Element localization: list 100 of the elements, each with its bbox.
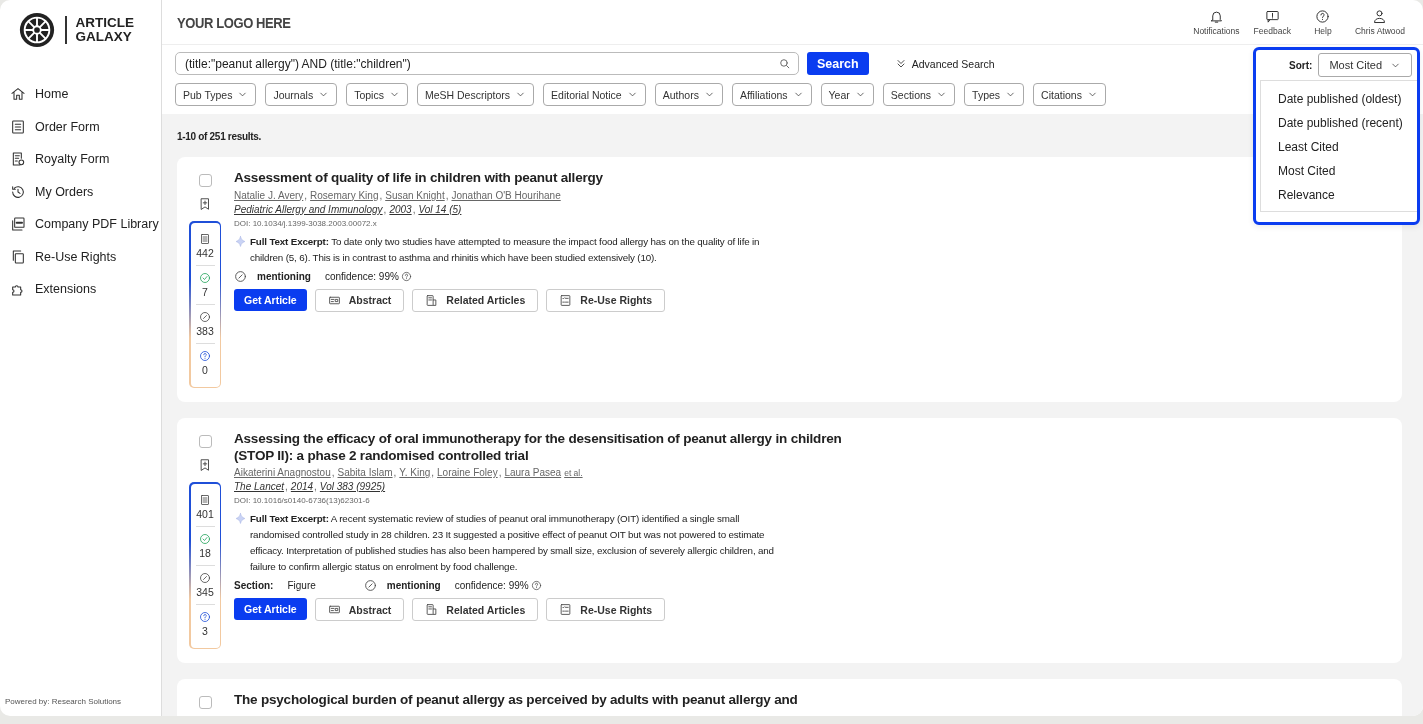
separator-text: , (383, 202, 387, 217)
header-action-button[interactable]: Help (1300, 8, 1345, 36)
author-link[interactable]: Susan Knight (385, 188, 445, 203)
house-icon (10, 86, 26, 103)
filter-dropdown[interactable]: Authors (654, 83, 723, 106)
nav-item[interactable]: Extensions (0, 273, 161, 306)
article-title[interactable]: Assessing the efficacy of oral immunotherapy for the desensitisation of peanut allergy in children (STOP II): a phase 2 randomised controlled trial (234, 431, 844, 464)
section-value: Figure (287, 580, 316, 591)
stat-count: 18 (199, 546, 211, 559)
documents-icon (425, 293, 439, 307)
get-article-button[interactable]: Get Article (234, 598, 307, 620)
author-link[interactable]: Laura Pasea (504, 466, 562, 480)
author-link[interactable]: Sabita Islam (337, 466, 393, 480)
filter-dropdown[interactable]: Journals (265, 83, 338, 106)
checklist-icon (559, 603, 573, 616)
classification-label: mentioning (257, 270, 311, 282)
filter-dropdown[interactable]: Sections (882, 83, 956, 106)
menu-item[interactable]: Relevance (1278, 183, 1417, 207)
checkbox[interactable] (198, 174, 212, 187)
header-action-button[interactable]: Chris Atwood (1350, 8, 1409, 36)
bookmark-plus-icon[interactable] (198, 457, 212, 473)
search-field[interactable]: (title:"peanut allergy") AND (title:"children") (175, 52, 799, 75)
menu-item[interactable]: Date published (oldest) (1278, 87, 1417, 111)
copy-icon (10, 248, 26, 265)
separator-text: , (314, 480, 317, 494)
section-label: Section: (234, 580, 274, 591)
results-count: 1-10 of 251 results. (177, 131, 263, 142)
advanced-search-button[interactable]: Advanced Search (888, 56, 1001, 71)
header-action-button[interactable]: Feedback (1249, 8, 1295, 36)
filter-dropdown[interactable]: Year (820, 83, 874, 106)
double-chevron-icon (894, 57, 907, 70)
bell-icon (1208, 8, 1224, 24)
filter-dropdown[interactable]: Topics (346, 83, 408, 106)
journal-link[interactable]: Vol 383 (9925) (319, 480, 386, 494)
header-action-button[interactable]: Notifications (1189, 8, 1244, 36)
question-circle-icon[interactable] (530, 580, 542, 591)
et-al-text: et al. (564, 467, 583, 480)
checklist-icon (559, 293, 573, 307)
journal-link[interactable]: The Lancet (234, 480, 285, 494)
filter-dropdown[interactable]: Types (964, 83, 1025, 106)
nav-item[interactable]: Re-Use Rights (0, 240, 161, 273)
filter-dropdown[interactable]: MeSH Descriptors (416, 83, 535, 106)
form-icon (10, 151, 26, 168)
search-icon (778, 57, 791, 70)
journal-link[interactable]: Pediatric Allergy and Immunology (234, 202, 383, 217)
filter-dropdown[interactable]: Affiliations (731, 83, 812, 106)
article-title[interactable]: The psychological burden of peanut allergy as perceived by adults with peanut allergy and (234, 692, 844, 709)
nav-item[interactable]: My Orders (0, 175, 161, 208)
checkbox[interactable] (198, 696, 212, 709)
action-button[interactable]: Abstract (314, 598, 405, 621)
sort-label: Sort: (1289, 59, 1313, 71)
doi-text: DOI: 10.1034/j.1399-3038.2003.00072.x (234, 217, 378, 230)
author-link[interactable]: Jonathan O'B Hourihane (451, 188, 561, 203)
stat-count: 3 (202, 624, 208, 637)
stat-count: 442 (196, 246, 214, 259)
journal-link[interactable]: 2003 (389, 202, 412, 217)
author-link[interactable]: Natalie J. Avery (234, 188, 304, 203)
journal-link[interactable]: 2014 (290, 480, 314, 494)
separator-text: , (498, 466, 502, 480)
separator-text: , (445, 188, 449, 203)
author-link[interactable]: Loraine Foley (437, 466, 498, 480)
logo-icon (18, 11, 56, 49)
nav-item[interactable]: Company PDF Library (0, 208, 161, 241)
doi-text: DOI: 10.1016/s0140-6736(13)62301-6 (234, 495, 371, 507)
nav-item[interactable]: Royalty Form (0, 143, 161, 176)
documents-icon (425, 603, 439, 616)
sort-dropdown[interactable]: Most Cited (1318, 53, 1412, 77)
question-circle-icon (199, 349, 211, 362)
question-circle-icon[interactable] (400, 270, 412, 282)
action-button[interactable]: Re-Use Rights (546, 288, 666, 312)
sparkle-icon (234, 512, 247, 525)
author-link[interactable]: Y. King (399, 466, 431, 480)
action-button[interactable]: Related Articles (412, 288, 539, 312)
check-circle-icon (199, 532, 211, 545)
menu-item[interactable]: Date published (recent) (1278, 111, 1417, 135)
action-button[interactable]: Abstract (314, 288, 405, 312)
document-icon (199, 493, 211, 506)
author-link[interactable]: Aikaterini Anagnostou (234, 466, 331, 480)
stat-count: 345 (196, 585, 214, 598)
stat-count: 0 (202, 363, 208, 376)
journal-link[interactable]: Vol 14 (5) (418, 202, 462, 217)
nav-item[interactable]: Home (0, 78, 161, 111)
filter-dropdown[interactable]: Citations (1033, 83, 1106, 106)
action-button[interactable]: Re-Use Rights (546, 598, 666, 621)
brand-logo-text: YOUR LOGO HERE (177, 13, 291, 31)
checkbox[interactable] (198, 435, 212, 448)
article-title[interactable]: Assessment of quality of life in children with peanut allergy (234, 170, 844, 187)
get-article-button[interactable]: Get Article (234, 288, 307, 311)
search-button[interactable]: Search (807, 52, 869, 75)
filter-dropdown[interactable]: Editorial Notice (543, 83, 646, 106)
separator-text: , (412, 202, 416, 217)
author-link[interactable]: Rosemary King (310, 188, 379, 203)
bookmark-plus-icon[interactable] (198, 196, 212, 212)
confidence-text: confidence: 99% (324, 270, 399, 282)
menu-item[interactable]: Most Cited (1278, 159, 1417, 183)
filter-dropdown[interactable]: Pub Types (175, 83, 257, 106)
menu-item[interactable]: Least Cited (1278, 135, 1417, 159)
question-circle-icon (199, 610, 211, 623)
nav-item[interactable]: Order Form (0, 110, 161, 143)
action-button[interactable]: Related Articles (412, 598, 539, 621)
